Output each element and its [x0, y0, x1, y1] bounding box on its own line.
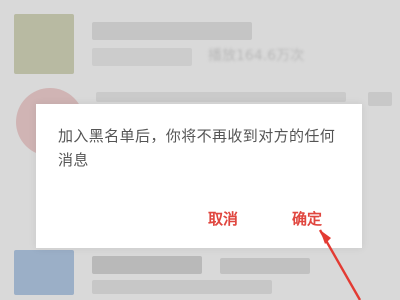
cancel-button[interactable]: 取消 [208, 208, 238, 229]
annotation-arrow [318, 229, 362, 300]
dialog-message: 加入黑名单后，你将不再收到对方的任何消息 [58, 127, 336, 169]
